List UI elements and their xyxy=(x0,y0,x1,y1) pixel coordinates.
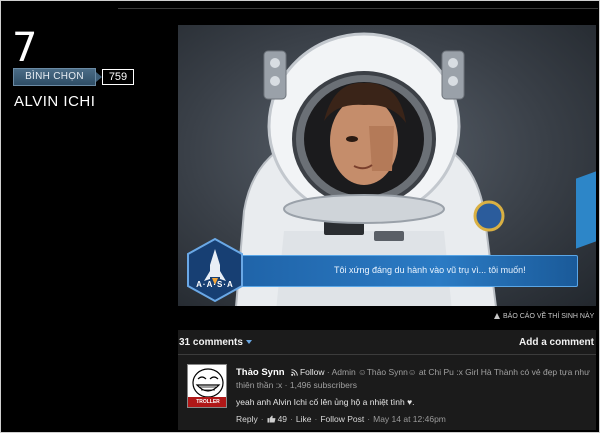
follow-post-link[interactable]: Follow Post xyxy=(320,414,364,424)
badge-label: A·A·S·A xyxy=(196,280,234,289)
flag-decoration xyxy=(576,171,596,249)
rss-icon xyxy=(291,369,298,376)
comments-header: 31 comments Add a comment xyxy=(178,330,596,355)
aasa-rocket-badge-icon xyxy=(187,237,243,303)
comment-body: yeah anh Alvin Ichi cố lên ủng hộ a nhiệ… xyxy=(236,397,415,407)
comment-actions: Reply · 49 · Like · Follow Post · May 14 at 12:4… xyxy=(236,414,446,424)
like-count: 49 xyxy=(277,414,288,424)
comment-timestamp[interactable]: May 14 at 12:46pm xyxy=(373,414,446,424)
like-link[interactable]: Like xyxy=(296,414,312,424)
follow-author-link[interactable]: Follow xyxy=(300,367,325,377)
comment-author-link[interactable]: Thảo Synn xyxy=(236,367,285,378)
comment-meta: Thảo Synn Follow · Admin ☺Thảo Synn☺ at … xyxy=(236,366,591,392)
caption-text: Tôi xứng đáng du hành vào vũ trụ vì... t… xyxy=(334,265,526,275)
chevron-down-icon xyxy=(245,340,252,344)
avatar-label: TROLLER xyxy=(188,397,226,407)
report-link[interactable]: BÁO CÁO VỀ THÍ SINH NÀY xyxy=(494,313,594,320)
thumbs-up-icon xyxy=(267,415,276,423)
contestant-photo[interactable]: Tôi xứng đáng du hành vào vũ trụ vì... t… xyxy=(178,25,596,306)
vote-button[interactable]: BÌNH CHỌN xyxy=(13,68,102,86)
contestant-name: ALVIN ICHI xyxy=(14,93,96,110)
comments-count-dropdown[interactable]: 31 comments xyxy=(179,337,252,348)
caption-banner: Tôi xứng đáng du hành vào vũ trụ vì... t… xyxy=(233,255,578,287)
comments-section: 31 comments Add a comment TROLLER Thảo S… xyxy=(178,330,596,430)
troll-face-icon xyxy=(192,368,224,398)
warning-icon xyxy=(494,313,500,319)
contestant-rank: 7 xyxy=(12,25,38,71)
add-comment-link[interactable]: Add a comment xyxy=(519,337,594,348)
vote-count: 759 xyxy=(102,69,134,85)
comments-count-label: 31 comments xyxy=(179,337,243,348)
comment-author-info: · Admin ☺Thảo Synn☺ at Chi Pu :x Girl Hà… xyxy=(236,367,590,390)
report-label: BÁO CÁO VỀ THÍ SINH NÀY xyxy=(503,313,595,320)
divider xyxy=(118,8,598,9)
reply-link[interactable]: Reply xyxy=(236,414,258,424)
avatar[interactable]: TROLLER xyxy=(187,364,227,408)
